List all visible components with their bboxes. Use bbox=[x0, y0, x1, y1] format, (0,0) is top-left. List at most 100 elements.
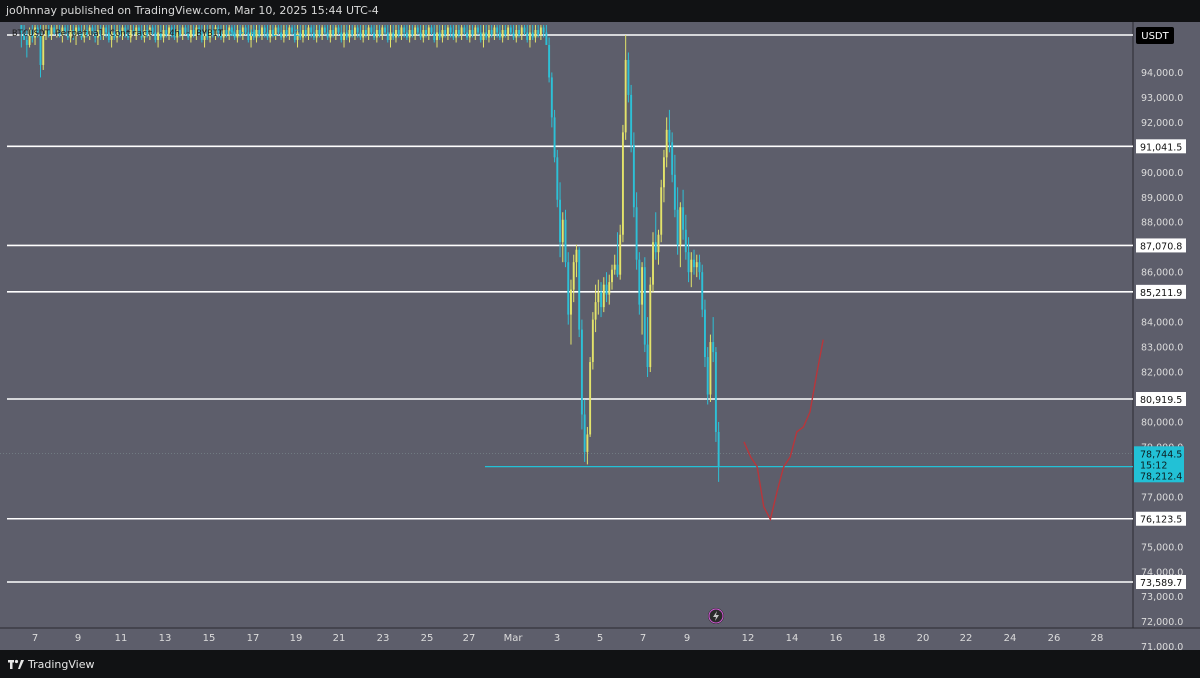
tradingview-logo[interactable]: TradingView bbox=[8, 658, 94, 671]
time-tick-label: 7 bbox=[32, 633, 38, 644]
candle-body bbox=[512, 32, 515, 38]
candle-body bbox=[575, 249, 578, 263]
tradingview-logo-icon bbox=[8, 659, 24, 669]
candle-body bbox=[504, 30, 507, 35]
candle-body bbox=[433, 32, 436, 40]
candle-body bbox=[548, 44, 551, 78]
candle-body bbox=[641, 267, 644, 305]
candle-body bbox=[422, 30, 425, 38]
time-tick-label: 27 bbox=[463, 633, 476, 644]
candle-body bbox=[567, 262, 570, 315]
time-tick-label: 12 bbox=[742, 633, 755, 644]
candle-body bbox=[351, 30, 354, 35]
candle-body bbox=[340, 32, 343, 40]
candle-body bbox=[589, 362, 592, 435]
candle-body bbox=[466, 32, 469, 38]
time-tick-label: 5 bbox=[597, 633, 603, 644]
candle-body bbox=[343, 32, 345, 40]
current-price-label: 78,212.4 bbox=[1140, 471, 1182, 482]
time-tick-label: 14 bbox=[786, 633, 799, 644]
lightning-icon[interactable] bbox=[708, 608, 724, 624]
candle-body bbox=[359, 32, 362, 38]
candle-body bbox=[668, 129, 671, 143]
candle-body bbox=[364, 30, 367, 35]
candle-body bbox=[367, 27, 370, 35]
candle-body bbox=[627, 59, 630, 95]
plot-area[interactable] bbox=[0, 22, 1133, 628]
candle-body bbox=[687, 252, 690, 273]
price-tick-label: 72,000.0 bbox=[1141, 617, 1183, 628]
candle-body bbox=[559, 199, 561, 243]
time-tick-label: 19 bbox=[290, 633, 303, 644]
candle-body bbox=[449, 27, 452, 33]
candle-body bbox=[613, 264, 616, 270]
candle-body bbox=[684, 229, 687, 253]
candle-body bbox=[570, 289, 572, 315]
candle-body bbox=[430, 27, 433, 33]
level-price-label: 73,589.7 bbox=[1140, 578, 1182, 589]
candle-body bbox=[682, 207, 685, 230]
time-tick-label: 22 bbox=[960, 633, 973, 644]
candle-body bbox=[586, 434, 589, 452]
level-price-label: 91,041.5 bbox=[1140, 142, 1182, 153]
tradingview-logo-text: TradingView bbox=[28, 658, 95, 671]
price-tick-label: 83,000.0 bbox=[1141, 343, 1183, 354]
alt-price-label: 78,744.5 bbox=[1140, 449, 1182, 460]
currency-label: USDT bbox=[1141, 31, 1169, 42]
candle-body bbox=[608, 282, 611, 295]
price-tick-label: 82,000.0 bbox=[1141, 368, 1183, 379]
candle-body bbox=[701, 272, 704, 310]
time-tick-label: 17 bbox=[247, 633, 260, 644]
candle-body bbox=[652, 242, 654, 285]
candle-body bbox=[397, 30, 400, 35]
price-tick-label: 71,000.0 bbox=[1141, 642, 1183, 650]
candle-body bbox=[665, 129, 668, 158]
candle-body bbox=[646, 344, 649, 368]
candle-body bbox=[673, 174, 676, 210]
candle-body bbox=[616, 264, 619, 275]
candle-body bbox=[452, 32, 455, 38]
candle-body bbox=[42, 35, 45, 65]
candle-body bbox=[600, 292, 603, 308]
candle-body bbox=[455, 30, 458, 38]
price-chart[interactable]: 71,000.072,000.073,000.074,000.075,000.0… bbox=[0, 22, 1200, 650]
candle-body bbox=[561, 219, 564, 243]
time-tick-label: 9 bbox=[684, 633, 690, 644]
candle-body bbox=[619, 234, 622, 275]
candle-body bbox=[602, 284, 605, 308]
candle-body bbox=[654, 242, 657, 253]
attribution-bar: jo0hnnay published on TradingView.com, M… bbox=[0, 0, 1200, 22]
candle-body bbox=[381, 27, 384, 35]
candle-body bbox=[307, 27, 310, 35]
candle-body bbox=[375, 30, 378, 38]
candle-body bbox=[509, 27, 512, 33]
candle-body bbox=[553, 117, 556, 158]
candle-body bbox=[482, 32, 485, 40]
candle-body bbox=[594, 302, 597, 320]
candle-body bbox=[408, 30, 411, 38]
level-price-label: 87,070.8 bbox=[1140, 241, 1182, 252]
candle-body bbox=[373, 32, 376, 38]
price-tick-label: 73,000.0 bbox=[1141, 592, 1183, 603]
time-tick-label: 25 bbox=[421, 633, 434, 644]
candle-body bbox=[457, 30, 460, 35]
candle-body bbox=[695, 262, 698, 268]
candle-body bbox=[395, 30, 397, 38]
candle-body bbox=[299, 32, 302, 38]
candle-body bbox=[498, 32, 501, 38]
candle-body bbox=[704, 309, 706, 358]
price-tick-label: 89,000.0 bbox=[1141, 193, 1183, 204]
candle-body bbox=[468, 30, 471, 38]
candle-body bbox=[698, 262, 701, 273]
candle-body bbox=[414, 27, 417, 35]
publish-text: jo0hnnay published on TradingView.com, M… bbox=[6, 4, 379, 17]
candle-body bbox=[326, 32, 329, 38]
candle-body bbox=[660, 187, 663, 235]
time-tick-label: 13 bbox=[159, 633, 172, 644]
price-tick-label: 90,000.0 bbox=[1141, 168, 1183, 179]
candle-body bbox=[370, 27, 373, 33]
candle-body bbox=[635, 207, 638, 260]
candle-body bbox=[545, 32, 548, 45]
candle-body bbox=[624, 59, 627, 133]
symbol-label: BTCUSDT Perpetual Contract · 4h · BYBIT bbox=[12, 29, 224, 39]
